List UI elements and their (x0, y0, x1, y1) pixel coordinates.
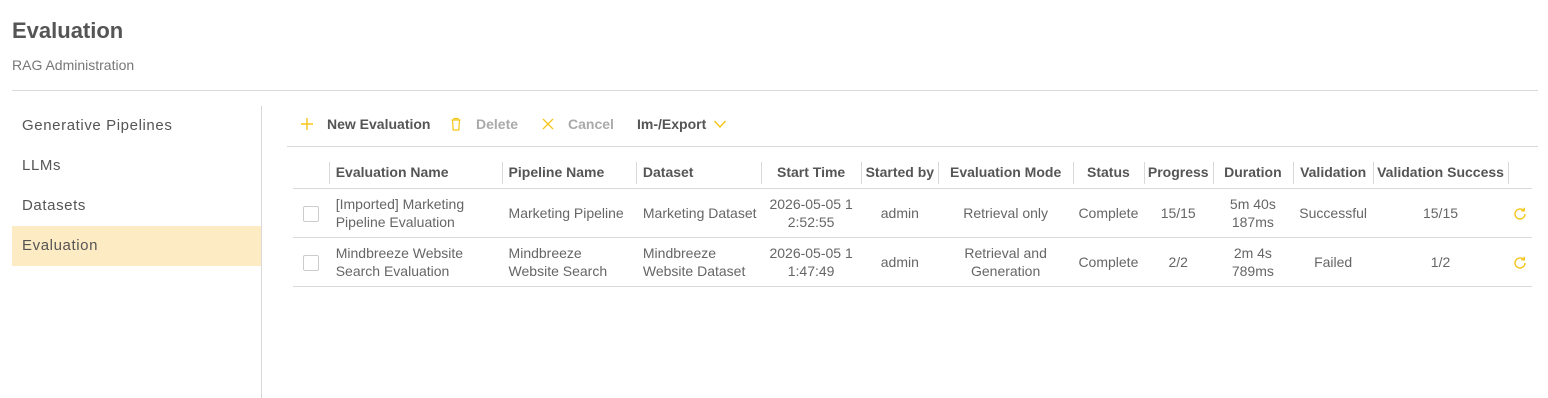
status: Complete (1078, 204, 1139, 221)
sidebar-item-datasets[interactable]: Datasets (12, 186, 261, 226)
trash-icon (451, 117, 461, 131)
refresh-icon[interactable] (1512, 206, 1528, 222)
delete-label: Delete (476, 116, 519, 132)
actions-column-header (1507, 156, 1532, 188)
sidebar-item-llms[interactable]: LLMs (12, 146, 261, 186)
evaluations-table: Evaluation Name Pipeline Name Dataset St… (293, 156, 1532, 287)
pipeline-name: Marketing Pipeline (508, 204, 624, 221)
validation: Failed (1314, 253, 1353, 270)
page-title: Evaluation (12, 18, 124, 43)
column-header[interactable]: Evaluation Name (328, 156, 502, 188)
start-time: 2026-05-05 1 (769, 195, 853, 212)
column-header[interactable]: Evaluation Mode (938, 156, 1073, 188)
x-icon (542, 118, 554, 130)
delete-button[interactable]: Delete (448, 114, 518, 134)
cancel-label: Cancel (568, 116, 614, 132)
evaluation-name: Mindbreeze Website (335, 244, 464, 261)
column-header[interactable]: Validation (1293, 156, 1373, 188)
sidebar: Generative Pipelines LLMs Datasets Evalu… (12, 106, 261, 266)
duration: 187ms (1231, 213, 1274, 230)
sidebar-item-generative-pipelines[interactable]: Generative Pipelines (12, 106, 261, 146)
row-checkbox[interactable] (302, 254, 319, 271)
evaluation-mode: Retrieval and (964, 244, 1047, 261)
import-export-button[interactable]: Im-/Export (637, 114, 728, 134)
column-header[interactable]: Progress (1143, 156, 1213, 188)
toolbar: New Evaluation Delete Cancel Im-/Export (287, 108, 1538, 147)
duration: 2m 4s (1233, 244, 1272, 261)
column-header[interactable]: Duration (1212, 156, 1294, 188)
column-header[interactable]: Validation Success (1373, 156, 1508, 188)
dataset-name: Mindbreeze (642, 244, 717, 261)
progress: 2/2 (1168, 253, 1188, 270)
status: Complete (1078, 253, 1139, 270)
progress: 15/15 (1160, 204, 1196, 221)
validation-success: 1/2 (1430, 253, 1451, 270)
column-header[interactable]: Dataset (635, 156, 761, 188)
validation-success: 15/15 (1422, 204, 1459, 221)
cancel-button[interactable]: Cancel (540, 114, 614, 134)
table-row[interactable]: [Imported] Marketing Pipeline Evaluation … (293, 188, 1532, 237)
row-checkbox[interactable] (302, 205, 319, 222)
sidebar-divider (261, 106, 262, 398)
column-header[interactable]: Started by (861, 156, 938, 188)
column-header[interactable]: Status (1072, 156, 1144, 188)
started-by: admin (880, 204, 919, 221)
new-evaluation-label: New Evaluation (327, 116, 431, 132)
column-header[interactable]: Pipeline Name (501, 156, 636, 188)
duration: 789ms (1231, 262, 1274, 279)
evaluation-name: Pipeline Evaluation (335, 213, 455, 230)
table-row[interactable]: Mindbreeze Website Search Evaluation Mind… (293, 237, 1532, 286)
pipeline-name: Website Search (508, 262, 608, 279)
evaluation-mode: Retrieval only (963, 204, 1049, 221)
validation: Successful (1299, 204, 1367, 221)
header-divider (12, 90, 1538, 91)
plus-icon (301, 118, 313, 130)
refresh-icon[interactable] (1512, 255, 1528, 271)
start-time: 2026-05-05 1 (769, 244, 853, 261)
dataset-name: Website Dataset (642, 262, 746, 279)
column-header[interactable]: Start Time (760, 156, 861, 188)
chevron-down-icon (714, 120, 727, 129)
evaluation-name: Search Evaluation (335, 262, 450, 279)
dataset-name: Marketing Dataset (642, 204, 757, 221)
new-evaluation-button[interactable]: New Evaluation (299, 114, 430, 134)
table-header-row: Evaluation Name Pipeline Name Dataset St… (293, 156, 1532, 188)
evaluation-mode: Generation (970, 262, 1041, 279)
import-export-label: Im-/Export (637, 116, 707, 132)
sidebar-item-evaluation[interactable]: Evaluation (12, 226, 261, 266)
page-subtitle: RAG Administration (12, 57, 135, 73)
duration: 5m 40s (1229, 195, 1276, 212)
start-time: 1:47:49 (787, 262, 835, 279)
select-column-header (293, 156, 329, 188)
pipeline-name: Mindbreeze (508, 244, 582, 261)
start-time: 2:52:55 (787, 213, 835, 230)
evaluation-name: [Imported] Marketing (335, 195, 465, 212)
started-by: admin (880, 253, 919, 270)
